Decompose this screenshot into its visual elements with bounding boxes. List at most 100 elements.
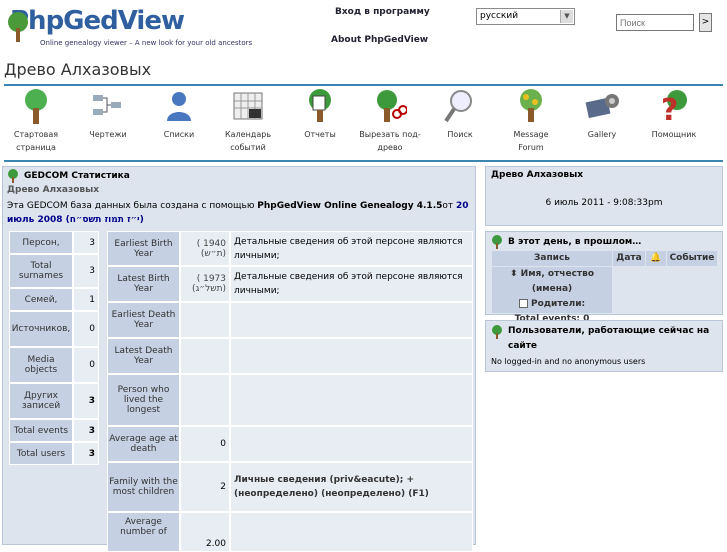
menu-label: Списки (163, 130, 195, 139)
fact-label: Latest Birth Year (107, 266, 180, 302)
menu-label: Поиск (447, 130, 473, 139)
menu-clippings[interactable]: Вырезать под- древо (355, 88, 425, 154)
charts-icon (91, 88, 125, 124)
fact-value (180, 338, 230, 374)
search-go-button[interactable]: > (699, 13, 712, 32)
fact-label: Average number of (107, 512, 180, 552)
count-label: Источников, (9, 311, 73, 347)
fact-detail: Детальные сведения об этой персоне являю… (230, 231, 473, 266)
menu-label: Помощник (651, 130, 697, 139)
page-title: Древо Алхазовых (4, 60, 152, 79)
parents-checkbox[interactable] (518, 299, 528, 308)
sort-arrows-icon: ⬍ (509, 269, 518, 279)
count-label: Media objects (9, 347, 73, 383)
about-link[interactable]: About PhpGedView (331, 35, 428, 45)
block-tree-icon (492, 325, 502, 339)
menu-lists[interactable]: Списки (149, 88, 209, 141)
header-search-input[interactable] (616, 14, 694, 31)
fact-detail (230, 338, 473, 374)
divider (4, 84, 723, 86)
divider (4, 160, 723, 162)
help-icon: ? (657, 88, 691, 124)
count-label: Персон, (9, 231, 73, 254)
fact-detail[interactable]: Личные сведения (priv&eacute); + (неопре… (230, 462, 473, 512)
svg-text:?: ? (661, 93, 678, 124)
menu-label: Отчеты (304, 130, 336, 139)
logo-tree-icon (8, 12, 28, 42)
created-mid: от (442, 201, 456, 211)
fact-detail (230, 426, 473, 462)
fact-label: Family with the most children (107, 462, 180, 512)
name-column-label: Имя, отчество (имена) (520, 269, 595, 294)
fact-label: Earliest Death Year (107, 302, 180, 338)
count-value: 3 (73, 231, 99, 254)
fact-label: Latest Death Year (107, 338, 180, 374)
calendar-icon (231, 88, 265, 124)
forum-icon (514, 88, 548, 124)
fact-detail (230, 374, 473, 426)
lists-icon (162, 88, 196, 124)
home-tree-icon (19, 88, 53, 124)
fact-label: Person who lived the longest (107, 374, 180, 426)
stats-created-text: Эта GEDCOM база данных была создана с по… (7, 199, 469, 227)
col-record-header[interactable]: Запись (492, 251, 612, 266)
count-label: Других записей (9, 383, 73, 419)
count-value: 3 (73, 383, 99, 419)
search-icon (443, 88, 477, 124)
count-value: 3 (73, 419, 99, 442)
menu-gallery[interactable]: Gallery (572, 88, 632, 141)
dropdown-arrow-icon: ▼ (560, 10, 573, 23)
language-select[interactable]: русский ▼ (476, 8, 575, 25)
col-date-header[interactable]: Дата (613, 251, 645, 266)
logo-text: PhpGedView (10, 6, 185, 36)
fact-detail (230, 302, 473, 338)
count-value: 3 (73, 254, 99, 288)
count-value: 3 (73, 442, 99, 465)
current-datetime: 6 июль 2011 - 9:08:33pm (545, 198, 663, 208)
on-this-day-block: В этот день, в прошлом… Запись Дата 🔔 Со… (485, 231, 723, 324)
reports-icon (303, 88, 337, 124)
menu-label: Стартовая страница (13, 130, 59, 152)
phpgedview-logo[interactable]: PhpGedView Online genealogy viewer – A n… (4, 6, 252, 50)
count-value: 0 (73, 311, 99, 347)
menu-search[interactable]: Поиск (430, 88, 490, 141)
count-label: Total events (9, 419, 73, 442)
menu-charts[interactable]: Чертежи (78, 88, 138, 141)
count-label: Семей, (9, 288, 73, 311)
users-online-title: Пользователи, работающие сейчас на сайте (508, 326, 710, 351)
fact-value: 0 (180, 426, 230, 462)
fact-value: 2.00 (180, 512, 230, 552)
menu-reports[interactable]: Отчеты (290, 88, 350, 141)
parents-label: Родители: (530, 299, 586, 309)
menu-home[interactable]: Стартовая страница (6, 88, 66, 154)
sort-name-row[interactable]: ⬍ Имя, отчество (имена) (492, 267, 612, 297)
fact-label: Earliest Birth Year (107, 231, 180, 266)
users-online-text: No logged-in and no anonymous users (491, 357, 646, 366)
menu-label: Вырезать под- древо (359, 130, 421, 152)
language-selected: русский (480, 11, 519, 21)
stats-heading: GEDCOM Статистика (24, 171, 130, 181)
menu-forum[interactable]: Message Forum (500, 88, 562, 154)
col-event-header[interactable]: Событие (667, 251, 717, 266)
menu-label: Gallery (587, 130, 617, 139)
block-tree-icon (492, 235, 502, 249)
count-value: 0 (73, 347, 99, 383)
bell-icon: 🔔 (646, 251, 666, 266)
created-product: PhpGedView Online Genealogy 4.1.5 (257, 201, 443, 211)
block-tree-icon (8, 169, 18, 183)
menu-label: Чертежи (89, 130, 127, 139)
count-label: Total users (9, 442, 73, 465)
on-this-day-title: В этот день, в прошлом… (508, 237, 642, 247)
count-label: Total surnames (9, 254, 73, 288)
filter-panel: ⬍ Имя, отчество (имена) Родители: Total … (492, 267, 612, 324)
fact-detail: Детальные сведения об этой персоне являю… (230, 266, 473, 302)
tree-info-block: Древо Алхазовых 6 июль 2011 - 9:08:33pm (485, 166, 723, 226)
login-link[interactable]: Вход в программу (335, 7, 430, 17)
menu-calendar[interactable]: Календарь событий (218, 88, 278, 154)
users-online-block: Пользователи, работающие сейчас на сайте… (485, 320, 723, 372)
menu-help[interactable]: ? Помощник (644, 88, 704, 141)
parents-row: Родители: (492, 297, 612, 312)
menu-label: Message Forum (513, 130, 549, 152)
clippings-icon (373, 88, 407, 124)
tree-info-title: Древо Алхазовых (491, 170, 584, 180)
